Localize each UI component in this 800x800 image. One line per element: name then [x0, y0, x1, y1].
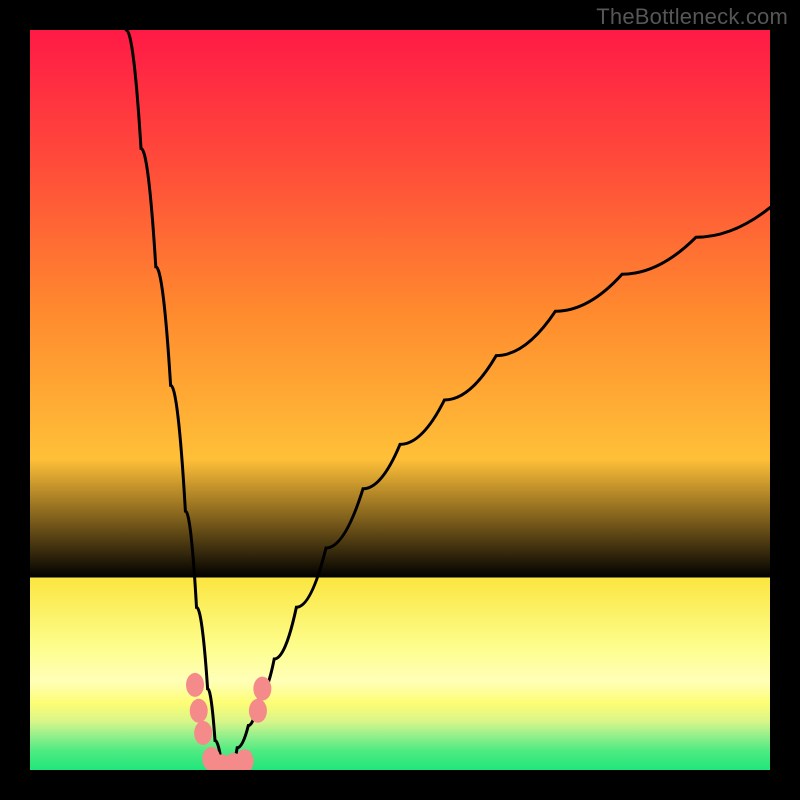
curve-marker	[194, 721, 212, 745]
watermark-text: TheBottleneck.com	[596, 4, 788, 30]
curve-marker	[236, 749, 254, 770]
curve-marker	[253, 677, 271, 701]
curve-marker	[249, 699, 267, 723]
bottleneck-curve	[126, 30, 770, 770]
curve-marker	[186, 673, 204, 697]
plot-area	[30, 30, 770, 770]
curve-markers	[186, 673, 271, 770]
curve-marker	[190, 699, 208, 723]
chart-frame: TheBottleneck.com	[0, 0, 800, 800]
curve-layer	[30, 30, 770, 770]
